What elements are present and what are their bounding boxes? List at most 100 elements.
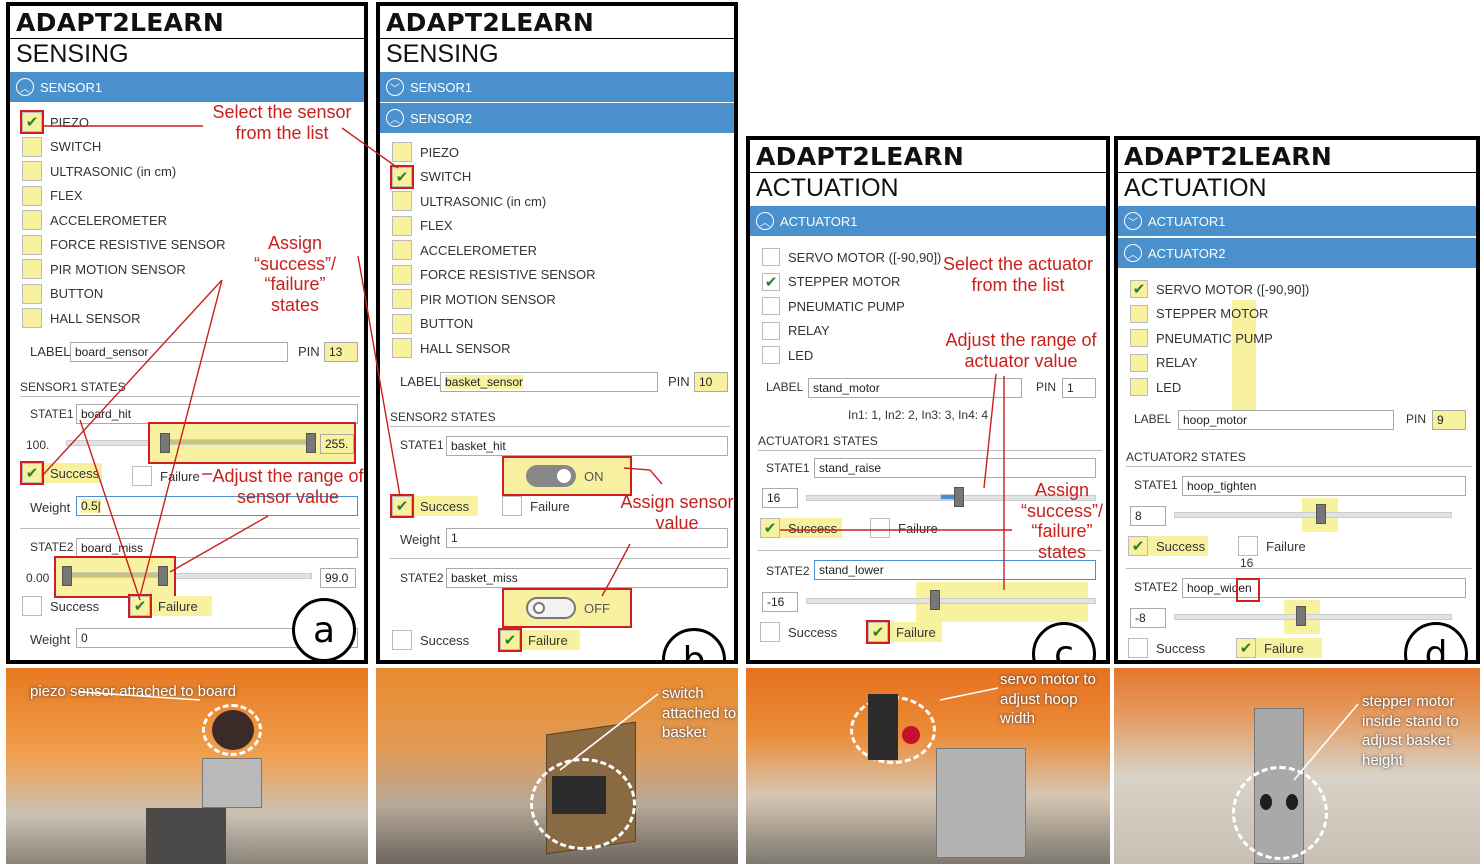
state1-slider-thumb[interactable] bbox=[1316, 504, 1326, 524]
sensor-option-item[interactable]: LED bbox=[762, 346, 813, 364]
sensor-option-item[interactable]: ✔ SWITCH bbox=[390, 164, 471, 189]
checkbox-empty[interactable] bbox=[392, 215, 412, 236]
sensor-option-item[interactable]: FLEX bbox=[22, 185, 83, 206]
checkbox-empty[interactable] bbox=[132, 466, 152, 486]
checkbox-empty[interactable] bbox=[22, 161, 42, 181]
checkmark-icon[interactable]: ✔ bbox=[128, 594, 152, 618]
state1-failure-option[interactable]: Failure bbox=[1238, 536, 1306, 556]
sensor-option-item[interactable]: BUTTON bbox=[22, 283, 103, 304]
state1-slider-thumb[interactable] bbox=[954, 487, 964, 507]
state2-input[interactable]: board_miss bbox=[76, 538, 358, 558]
checkmark-icon[interactable]: ✔ bbox=[1130, 280, 1148, 298]
state1-success-option[interactable]: ✔ Success bbox=[20, 461, 102, 485]
state2-range-max-thumb[interactable] bbox=[158, 566, 168, 586]
checkbox-empty[interactable] bbox=[392, 338, 412, 358]
sensor-option-item[interactable]: FORCE RESISTIVE SENSOR bbox=[22, 234, 226, 255]
checkmark-icon[interactable]: ✔ bbox=[390, 164, 414, 189]
toggle-off-switch[interactable] bbox=[526, 597, 576, 619]
state2-slider-thumb[interactable] bbox=[930, 590, 940, 610]
checkbox-empty[interactable] bbox=[1130, 353, 1148, 372]
checkbox-empty[interactable] bbox=[392, 313, 412, 334]
checkbox-empty[interactable] bbox=[22, 136, 42, 157]
accordion-actuator2[interactable]: ︿ ACTUATOR2 bbox=[1118, 238, 1476, 268]
checkbox-empty[interactable] bbox=[1128, 638, 1148, 658]
checkbox-empty[interactable] bbox=[22, 210, 42, 230]
accordion-actuator1[interactable]: ︿ ACTUATOR1 bbox=[750, 206, 1106, 236]
checkmark-icon[interactable]: ✔ bbox=[762, 272, 780, 291]
sensor-option-item[interactable]: FORCE RESISTIVE SENSOR bbox=[392, 264, 596, 285]
checkbox-empty[interactable] bbox=[392, 142, 412, 162]
checkmark-icon[interactable]: ✔ bbox=[760, 518, 780, 538]
toggle-on-switch[interactable] bbox=[526, 465, 576, 487]
sensor-option-item[interactable]: ✔ SERVO MOTOR ([-90,90]) bbox=[1130, 280, 1309, 298]
checkbox-empty[interactable] bbox=[870, 518, 890, 538]
accordion-sensor1[interactable]: ︿ SENSOR1 bbox=[10, 72, 364, 102]
sensor-option-item[interactable]: ✔ STEPPER MOTOR bbox=[762, 272, 900, 291]
state2-max[interactable]: 99.0 bbox=[320, 568, 356, 588]
state1-max[interactable]: 255. bbox=[320, 434, 354, 454]
accordion-sensor2[interactable]: ︿ SENSOR2 bbox=[380, 103, 734, 133]
state2-slider-track[interactable] bbox=[806, 598, 1096, 604]
sensor-option-item[interactable]: PNEUMATIC PUMP bbox=[1130, 329, 1273, 347]
checkbox-empty[interactable] bbox=[762, 321, 780, 340]
state2-number[interactable]: -8 bbox=[1130, 608, 1166, 628]
checkbox-empty[interactable] bbox=[392, 240, 412, 260]
sensor-option-item[interactable]: LED bbox=[1130, 378, 1181, 396]
sensor-option-item[interactable]: HALL SENSOR bbox=[392, 338, 511, 358]
checkbox-empty[interactable] bbox=[1238, 536, 1258, 556]
checkmark-icon[interactable]: ✔ bbox=[1128, 536, 1148, 556]
sensor-option-item[interactable]: STEPPER MOTOR bbox=[1130, 304, 1268, 323]
sensor-option-item[interactable]: FLEX bbox=[392, 215, 453, 236]
state2-success-option[interactable]: Success bbox=[760, 622, 837, 642]
sensor-option-item[interactable]: ULTRASONIC (in cm) bbox=[392, 191, 546, 211]
checkmark-icon[interactable]: ✔ bbox=[498, 628, 522, 652]
checkbox-empty[interactable] bbox=[392, 264, 412, 285]
state2-range-min-thumb[interactable] bbox=[62, 566, 72, 586]
checkbox-empty[interactable] bbox=[1130, 304, 1148, 323]
state1-range-min-thumb[interactable] bbox=[160, 433, 170, 453]
state2-failure-option[interactable]: ✔ Failure bbox=[1236, 638, 1322, 658]
checkbox-empty[interactable] bbox=[22, 283, 42, 304]
sensor-option-item[interactable]: HALL SENSOR bbox=[22, 308, 141, 328]
checkbox-empty[interactable] bbox=[392, 191, 412, 211]
checkbox-empty[interactable] bbox=[760, 622, 780, 642]
sensor-option-item[interactable]: RELAY bbox=[762, 321, 830, 340]
checkbox-empty[interactable] bbox=[22, 259, 42, 279]
state2-failure-option[interactable]: ✔ Failure bbox=[498, 628, 580, 652]
state1-failure-option[interactable]: Failure bbox=[132, 466, 200, 486]
state1-success-option[interactable]: ✔ Success bbox=[1128, 536, 1208, 556]
accordion-actuator1[interactable]: ﹀ ACTUATOR1 bbox=[1118, 206, 1476, 236]
sensor-option-item[interactable]: ACCELEROMETER bbox=[392, 240, 537, 260]
sensor-option-item[interactable]: PIEZO bbox=[392, 142, 459, 162]
checkbox-empty[interactable] bbox=[392, 289, 412, 309]
state2-success-option[interactable]: Success bbox=[1128, 638, 1205, 658]
checkbox-empty[interactable] bbox=[22, 596, 42, 616]
state2-failure-option[interactable]: ✔ Failure bbox=[128, 594, 212, 618]
state1-failure-option[interactable]: Failure bbox=[502, 496, 570, 516]
sensor-option-item[interactable]: PIR MOTION SENSOR bbox=[392, 289, 556, 309]
checkbox-empty[interactable] bbox=[762, 248, 780, 266]
label-input[interactable]: basket_sensor bbox=[440, 372, 658, 392]
state1-input[interactable]: basket_hit bbox=[446, 436, 728, 456]
state1-slider-track[interactable] bbox=[1174, 512, 1452, 518]
label-input[interactable]: hoop_motor bbox=[1178, 410, 1394, 430]
checkmark-icon[interactable]: ✔ bbox=[20, 461, 44, 485]
state1-failure-option[interactable]: Failure bbox=[870, 518, 938, 538]
checkbox-empty[interactable] bbox=[22, 308, 42, 328]
state2-number[interactable]: -16 bbox=[762, 592, 798, 612]
checkbox-empty[interactable] bbox=[22, 185, 42, 206]
state2-success-option[interactable]: Success bbox=[392, 630, 469, 650]
state1-input[interactable]: board_hit bbox=[76, 404, 358, 424]
pin-input[interactable]: 1 bbox=[1062, 378, 1096, 398]
checkmark-icon[interactable]: ✔ bbox=[20, 110, 44, 134]
state1-number[interactable]: 8 bbox=[1130, 506, 1166, 526]
state1-number[interactable]: 16 bbox=[762, 488, 798, 508]
sensor-option-item[interactable]: SERVO MOTOR ([-90,90]) bbox=[762, 248, 941, 266]
pin-input[interactable]: 13 bbox=[324, 342, 358, 362]
state2-success-option[interactable]: Success bbox=[22, 596, 99, 616]
state1-range-max-thumb[interactable] bbox=[306, 433, 316, 453]
sensor-option-item[interactable]: ✔ PIEZO bbox=[20, 110, 89, 134]
state1-success-option[interactable]: ✔ Success bbox=[760, 518, 842, 538]
checkbox-empty[interactable] bbox=[502, 496, 522, 516]
sensor-option-item[interactable]: RELAY bbox=[1130, 353, 1198, 372]
